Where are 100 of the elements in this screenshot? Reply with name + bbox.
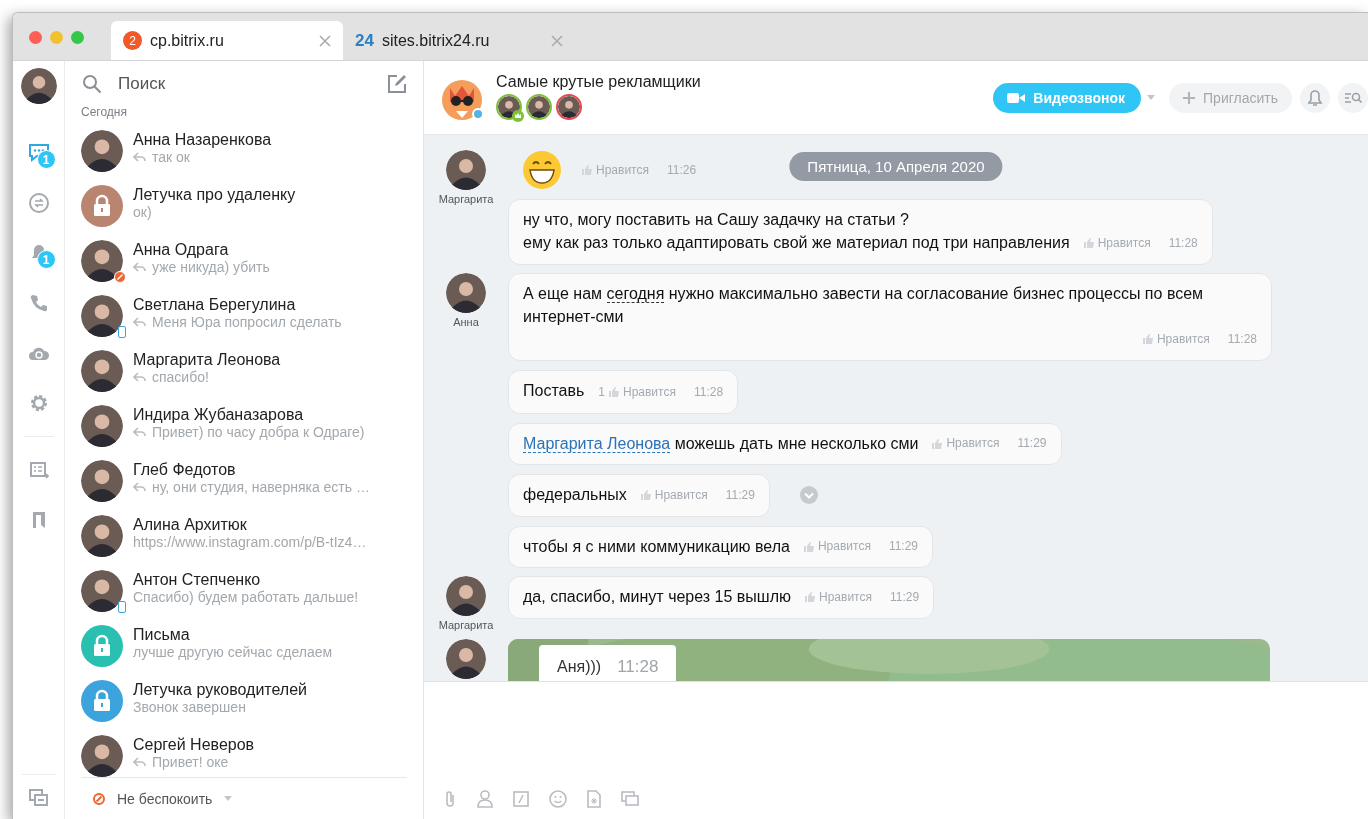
chat-name: Сергей Неверов <box>133 734 255 754</box>
chat-name: Глеб Федотов <box>133 459 237 479</box>
close-window-button[interactable] <box>29 31 42 44</box>
chat-list-item[interactable]: Маргарита Леонова спасибо! <box>81 343 423 398</box>
member-photo <box>558 96 580 118</box>
chat-list-item[interactable]: Анна Одрага уже никуда) убить <box>81 233 423 288</box>
contact-avatar <box>81 404 123 447</box>
close-icon[interactable] <box>551 34 563 47</box>
do-not-disturb-icon <box>93 792 105 805</box>
windows-icon[interactable] <box>621 791 639 807</box>
zoom-window-button[interactable] <box>71 31 84 44</box>
close-icon[interactable] <box>319 34 331 47</box>
last-message: Спасибо) будем работать дальше! <box>133 588 359 606</box>
chat-name: Индира Жубаназарова <box>133 404 305 424</box>
message-time: 11:28 <box>693 383 724 401</box>
glasses-avatar-icon <box>442 79 482 120</box>
last-message: Привет! оке <box>152 753 229 771</box>
section-label: Сегодня <box>80 104 128 121</box>
chat-name: Маргарита Леонова <box>133 349 281 369</box>
last-message: уже никуда) убить <box>152 258 270 276</box>
tab-title: cp.bitrix.ru <box>150 31 225 50</box>
chat-list-item[interactable]: Письма лучше другую сейчас сделаем <box>81 618 423 673</box>
contact-avatar <box>81 239 123 282</box>
author-name: Маргарита <box>438 619 494 631</box>
author-avatar <box>446 272 486 313</box>
chat-name: Анна Назаренкова <box>133 129 272 149</box>
message-time: 11:29 <box>888 538 919 555</box>
caret-icon[interactable] <box>224 796 233 801</box>
like-icon[interactable] <box>932 438 943 449</box>
message-text: А еще нам сегодня нужно максимально завести на согласование бизнес процессы по всем интернет-сми <box>523 283 1205 327</box>
caret-icon[interactable] <box>1147 95 1156 100</box>
member-avatar[interactable] <box>556 94 582 120</box>
minimize-window-button[interactable] <box>50 31 63 44</box>
grinning-emoji-icon <box>522 150 562 190</box>
mention-link[interactable]: Маргарита Леонова <box>523 434 671 453</box>
like-icon[interactable] <box>1083 238 1094 248</box>
paperclip-icon[interactable] <box>443 790 457 808</box>
search-button[interactable] <box>1338 82 1368 113</box>
video-camera-icon <box>1007 91 1026 104</box>
chat-name: Алина Архитюк <box>133 514 248 534</box>
tab-title: sites.bitrix24.ru <box>381 31 491 50</box>
person-icon[interactable] <box>477 790 493 808</box>
chat-list-item[interactable]: Индира Жубаназарова Привет) по часу добра к Одраге) <box>81 398 423 453</box>
message-time: 11:28 <box>1168 234 1198 252</box>
message-text: ну что, могу поставить на Сашу задачку на статьи ? <box>523 210 910 230</box>
message-text: Поставь <box>523 380 585 401</box>
chat-list-item[interactable]: Сергей Неверов Привет! оке <box>81 728 423 777</box>
notifications-button[interactable] <box>1300 82 1330 113</box>
last-message: спасибо! <box>152 368 209 386</box>
member-avatar[interactable] <box>526 94 552 120</box>
chevron-down-icon[interactable] <box>799 486 818 505</box>
member-photo <box>528 96 550 118</box>
browser-tab[interactable]: 24 sites.bitrix24.ru <box>343 21 575 60</box>
status-dropdown[interactable]: Не беспокоить <box>117 790 213 807</box>
chat-bubble-icon <box>27 143 50 163</box>
contact-avatar <box>81 734 123 777</box>
last-message: https://www.instagram.com/p/B-tIz4… <box>133 533 367 551</box>
like-icon[interactable] <box>640 490 651 500</box>
like-icon[interactable] <box>1142 334 1153 344</box>
chat-name: Письма <box>133 624 191 644</box>
like-icon[interactable] <box>582 165 592 175</box>
message-time: 11:29 <box>725 486 755 504</box>
chat-name: Анна Одрага <box>133 239 230 259</box>
unread-badge: 1 <box>36 250 56 269</box>
task-list-icon <box>28 460 49 480</box>
member-avatar[interactable] <box>496 94 522 120</box>
chat-list-item[interactable]: Летучка руководителей Звонок завершен <box>81 673 423 728</box>
last-message: так ок <box>152 148 190 166</box>
like-icon[interactable] <box>805 592 815 602</box>
like-count: 1 <box>598 383 605 401</box>
last-message: ну, они студия, наверняка есть … <box>152 478 370 496</box>
chat-title: Самые крутые рекламщики <box>496 73 702 91</box>
chat-list-item[interactable]: Анна Назаренкова так ок <box>81 123 423 178</box>
contact-avatar <box>81 514 123 557</box>
search-field[interactable]: Поиск <box>116 73 373 95</box>
smiley-icon[interactable] <box>549 790 567 808</box>
like-icon[interactable] <box>803 541 814 552</box>
browser-tab[interactable]: 2 cp.bitrix.ru <box>111 21 343 60</box>
chat-list-item[interactable]: Летучка про удаленку ок) <box>81 178 423 233</box>
chat-list-item[interactable]: Алина Архитюк https://www.instagram.com/p/B-tIz4… <box>81 508 423 563</box>
status-dot-icon <box>472 107 484 120</box>
like-icon[interactable] <box>608 387 619 397</box>
chat-list-item[interactable]: Светлана Берегулина Меня Юра попросил сделать <box>81 288 423 343</box>
author-name: Анна <box>453 315 479 328</box>
message-time: 11:28 <box>1227 330 1257 348</box>
chat-list-item[interactable]: Глеб Федотов ну, они студия, наверняка есть … <box>81 453 423 508</box>
contact-avatar <box>81 569 123 612</box>
tab-logo: 24 <box>355 30 374 51</box>
file-icon[interactable] <box>587 790 601 808</box>
chat-list-item[interactable]: Антон Степченко Спасибо) будем работать дальше! <box>81 563 423 618</box>
windows-icon[interactable] <box>28 789 49 807</box>
command-icon[interactable] <box>513 791 529 807</box>
contact-avatar <box>81 349 123 392</box>
author-avatar <box>446 639 486 679</box>
contact-avatar <box>81 294 123 337</box>
unread-badge: 1 <box>36 150 56 169</box>
message-text: Маргарита Леонова можешь дать мне несколько сми <box>523 433 919 455</box>
date-link[interactable]: сегодня <box>606 284 665 303</box>
settings-icon <box>28 393 49 413</box>
compose-icon[interactable] <box>387 74 407 94</box>
